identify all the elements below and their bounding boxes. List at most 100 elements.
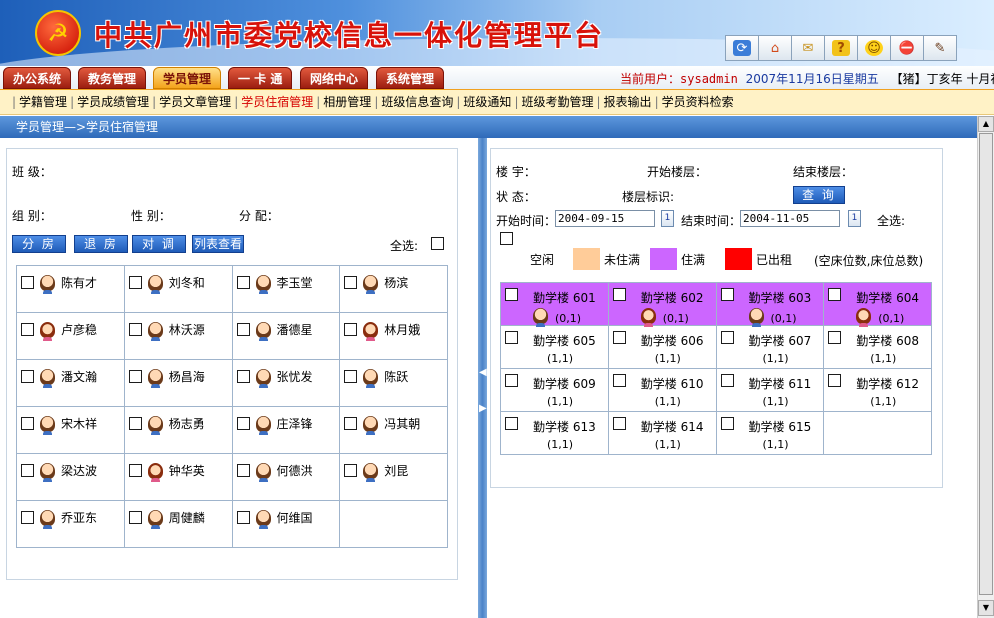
room-checkbox[interactable] [720, 374, 734, 387]
student-checkbox[interactable] [236, 511, 250, 524]
subnav-item-lodging[interactable]: 学员住宿管理 [241, 95, 313, 109]
collapse-right-icon[interactable]: ▶ [479, 402, 487, 416]
student-name[interactable]: 冯其朝 [384, 415, 420, 432]
start-time-input[interactable]: 2004-09-15 [555, 210, 655, 227]
student-name[interactable]: 何德洪 [277, 462, 313, 479]
room-checkbox[interactable] [612, 331, 626, 344]
student-checkbox[interactable] [128, 276, 142, 289]
room-checkbox[interactable] [720, 288, 734, 301]
student-name[interactable]: 潘德星 [277, 321, 313, 338]
query-button[interactable]: 查 询 [793, 186, 845, 204]
student-name[interactable]: 张忧发 [277, 368, 313, 385]
student-checkbox[interactable] [128, 417, 142, 430]
scroll-up-icon[interactable]: ▲ [978, 116, 994, 132]
tab-office[interactable]: 办公系统 [3, 67, 72, 89]
subnav-item-search[interactable]: 学员资料检索 [662, 95, 734, 109]
room-name[interactable]: 勤学楼 607 [749, 332, 812, 349]
scroll-thumb[interactable] [979, 133, 993, 595]
room-checkbox[interactable] [505, 417, 518, 430]
student-name[interactable]: 林沃源 [169, 321, 205, 338]
student-checkbox[interactable] [128, 323, 142, 336]
student-name[interactable]: 何维国 [277, 509, 313, 526]
student-name[interactable]: 周健麟 [169, 509, 205, 526]
room-name[interactable]: 勤学楼 611 [749, 375, 812, 392]
student-checkbox[interactable] [344, 464, 358, 477]
tab-student[interactable]: 学员管理 [153, 67, 222, 89]
room-name[interactable]: 勤学楼 605 [533, 332, 596, 349]
room-name[interactable]: 勤学楼 606 [641, 332, 704, 349]
room-checkbox[interactable] [505, 288, 518, 301]
student-name[interactable]: 陈有才 [61, 274, 97, 291]
student-checkbox[interactable] [344, 370, 358, 383]
student-checkbox[interactable] [236, 370, 250, 383]
student-name[interactable]: 杨昌海 [169, 368, 205, 385]
logout-button[interactable]: ⛔ [890, 35, 924, 61]
student-checkbox[interactable] [344, 417, 358, 430]
page-scrollbar[interactable]: ▲ ▼ [977, 116, 994, 618]
refresh-button[interactable]: ⟳ [725, 35, 759, 61]
student-checkbox[interactable] [128, 370, 142, 383]
subnav-item-articles[interactable]: 学员文章管理 [159, 95, 231, 109]
subnav-item-album[interactable]: 相册管理 [323, 95, 371, 109]
student-name[interactable]: 刘冬和 [169, 274, 205, 291]
student-name[interactable]: 陈跃 [384, 368, 408, 385]
student-checkbox[interactable] [21, 417, 34, 430]
room-name[interactable]: 勤学楼 609 [533, 375, 596, 392]
student-checkbox[interactable] [21, 370, 34, 383]
room-name[interactable]: 勤学楼 613 [533, 418, 596, 435]
student-name[interactable]: 杨滨 [384, 274, 408, 291]
student-name[interactable]: 刘昆 [384, 462, 408, 479]
tab-system[interactable]: 系统管理 [376, 67, 445, 89]
student-checkbox[interactable] [128, 464, 142, 477]
student-checkbox[interactable] [21, 464, 34, 477]
list-view-button[interactable]: 列表查看 [192, 235, 244, 253]
room-checkbox[interactable] [505, 374, 518, 387]
subnav-item-reports[interactable]: 报表输出 [604, 95, 652, 109]
home-button[interactable]: ⌂ [758, 35, 792, 61]
student-checkbox[interactable] [236, 276, 250, 289]
student-checkbox[interactable] [21, 511, 34, 524]
student-checkbox[interactable] [236, 464, 250, 477]
assign-room-button[interactable]: 分 房 [12, 235, 66, 253]
select-all-checkbox[interactable] [431, 237, 444, 250]
end-time-input[interactable]: 2004-11-05 [740, 210, 840, 227]
subnav-item-class-notice[interactable]: 班级通知 [463, 95, 511, 109]
room-checkbox[interactable] [720, 417, 734, 430]
subnav-item-enrollment[interactable]: 学籍管理 [19, 95, 67, 109]
student-checkbox[interactable] [236, 417, 250, 430]
student-name[interactable]: 宋木祥 [61, 415, 97, 432]
pane-splitter[interactable]: ◀ ▶ [478, 138, 487, 618]
student-checkbox[interactable] [344, 276, 358, 289]
room-checkbox[interactable] [612, 288, 626, 301]
tab-academic[interactable]: 教务管理 [78, 67, 147, 89]
room-checkbox[interactable] [505, 331, 518, 344]
student-checkbox[interactable] [344, 323, 358, 336]
collapse-left-icon[interactable]: ◀ [479, 366, 487, 380]
student-name[interactable]: 庄泽锋 [277, 415, 313, 432]
student-name[interactable]: 梁达波 [61, 462, 97, 479]
end-calendar-icon[interactable]: 1 [848, 210, 861, 227]
student-name[interactable]: 林月娥 [384, 321, 420, 338]
tab-network[interactable]: 网络中心 [300, 67, 369, 89]
student-name[interactable]: 卢彦稳 [61, 321, 97, 338]
smiley-button[interactable]: ☺ [857, 35, 891, 61]
student-checkbox[interactable] [21, 323, 34, 336]
room-checkbox[interactable] [828, 288, 842, 301]
room-name[interactable]: 勤学楼 604 [856, 289, 919, 306]
user-settings-button[interactable]: ✎ [923, 35, 957, 61]
tab-card[interactable]: 一 卡 通 [228, 67, 293, 89]
student-name[interactable]: 钟华英 [169, 462, 205, 479]
student-name[interactable]: 杨志勇 [169, 415, 205, 432]
student-name[interactable]: 潘文瀚 [61, 368, 97, 385]
mail-button[interactable]: ✉ [791, 35, 825, 61]
room-checkbox[interactable] [828, 374, 842, 387]
room-checkbox[interactable] [828, 331, 842, 344]
room-name[interactable]: 勤学楼 615 [749, 418, 812, 435]
room-name[interactable]: 勤学楼 603 [749, 289, 812, 306]
room-name[interactable]: 勤学楼 602 [641, 289, 704, 306]
student-checkbox[interactable] [236, 323, 250, 336]
select-all-checkbox[interactable] [500, 232, 513, 245]
swap-button[interactable]: 对 调 [132, 235, 186, 253]
student-checkbox[interactable] [21, 276, 34, 289]
room-name[interactable]: 勤学楼 601 [533, 289, 596, 306]
